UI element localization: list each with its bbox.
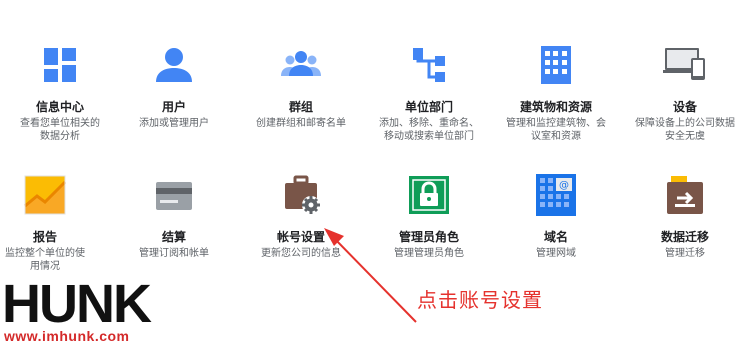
- account-settings-icon: [277, 172, 325, 220]
- tile-desc: 监控整个单位的使用情况: [5, 248, 85, 272]
- tile-title: 设备: [672, 100, 697, 114]
- tile-title: 建筑物和资源: [519, 100, 592, 114]
- tile-desc: 管理迁移: [665, 248, 705, 259]
- tile-desc: 查看您单位相关的数据分析: [20, 118, 100, 142]
- tile-desc: 保障设备上的公司数据安全无虞: [635, 118, 735, 142]
- tile-desc: 添加或管理用户: [139, 118, 209, 129]
- tile-desc: 添加、移除、重命名、移动或搜索单位部门: [379, 118, 479, 142]
- tile-title: 报告: [32, 230, 57, 244]
- tile-desc: 管理管理员角色: [394, 248, 464, 259]
- tile-devices[interactable]: 设备 保障设备上的公司数据安全无虞: [620, 42, 742, 143]
- tile-admin-roles[interactable]: 管理员角色 管理管理员角色: [364, 172, 494, 260]
- org-tree-icon: [405, 42, 453, 90]
- tile-desc: 管理订阅和帐单: [139, 248, 209, 259]
- group-icon: [277, 42, 325, 90]
- annotation-text: 点击账号设置: [417, 288, 543, 312]
- tile-desc: 创建群组和邮寄名单: [256, 118, 346, 129]
- admin-lock-icon: [405, 172, 453, 220]
- devices-icon: [661, 42, 709, 90]
- tile-title: 管理员角色: [398, 230, 459, 244]
- tile-domains[interactable]: @ 域名 管理网域: [491, 172, 621, 260]
- tile-title: 群组: [288, 100, 313, 114]
- svg-text:@: @: [559, 180, 569, 191]
- dashboard-icon: [36, 42, 84, 90]
- report-chart-icon: [21, 172, 69, 220]
- user-icon: [150, 42, 198, 90]
- watermark-word: HUNK: [2, 274, 152, 334]
- tile-org-units[interactable]: 单位部门 添加、移除、重命名、移动或搜索单位部门: [364, 42, 494, 143]
- tile-billing[interactable]: 结算 管理订阅和帐单: [109, 172, 239, 260]
- tile-title: 数据迁移: [660, 230, 709, 244]
- tile-title: 单位部门: [404, 100, 453, 114]
- tile-users[interactable]: 用户 添加或管理用户: [109, 42, 239, 130]
- tile-desc: 更新您公司的信息: [261, 248, 341, 259]
- tile-desc: 管理网域: [536, 248, 576, 259]
- tile-desc: 管理和监控建筑物、会议室和资源: [506, 118, 606, 142]
- tile-title: 信息中心: [35, 100, 84, 114]
- tile-dashboard[interactable]: 信息中心 查看您单位相关的数据分析: [0, 42, 125, 143]
- tile-buildings[interactable]: 建筑物和资源 管理和监控建筑物、会议室和资源: [491, 42, 621, 143]
- tile-title: 域名: [543, 230, 568, 244]
- building-icon: [532, 42, 580, 90]
- tile-reports[interactable]: 报告 监控整个单位的使用情况: [0, 172, 110, 273]
- data-migration-icon: [661, 172, 709, 220]
- tile-account-settings[interactable]: 帐号设置 更新您公司的信息: [236, 172, 366, 260]
- billing-card-icon: [150, 172, 198, 220]
- watermark-logo: HUNK www.imhunk.com: [2, 274, 162, 346]
- tile-title: 用户: [161, 100, 186, 114]
- tile-data-migration[interactable]: 数据迁移 管理迁移: [620, 172, 742, 260]
- watermark-url: www.imhunk.com: [4, 328, 130, 344]
- tile-title: 结算: [161, 230, 186, 244]
- domain-icon: @: [532, 172, 580, 220]
- tile-title: 帐号设置: [276, 230, 325, 244]
- tile-groups[interactable]: 群组 创建群组和邮寄名单: [236, 42, 366, 130]
